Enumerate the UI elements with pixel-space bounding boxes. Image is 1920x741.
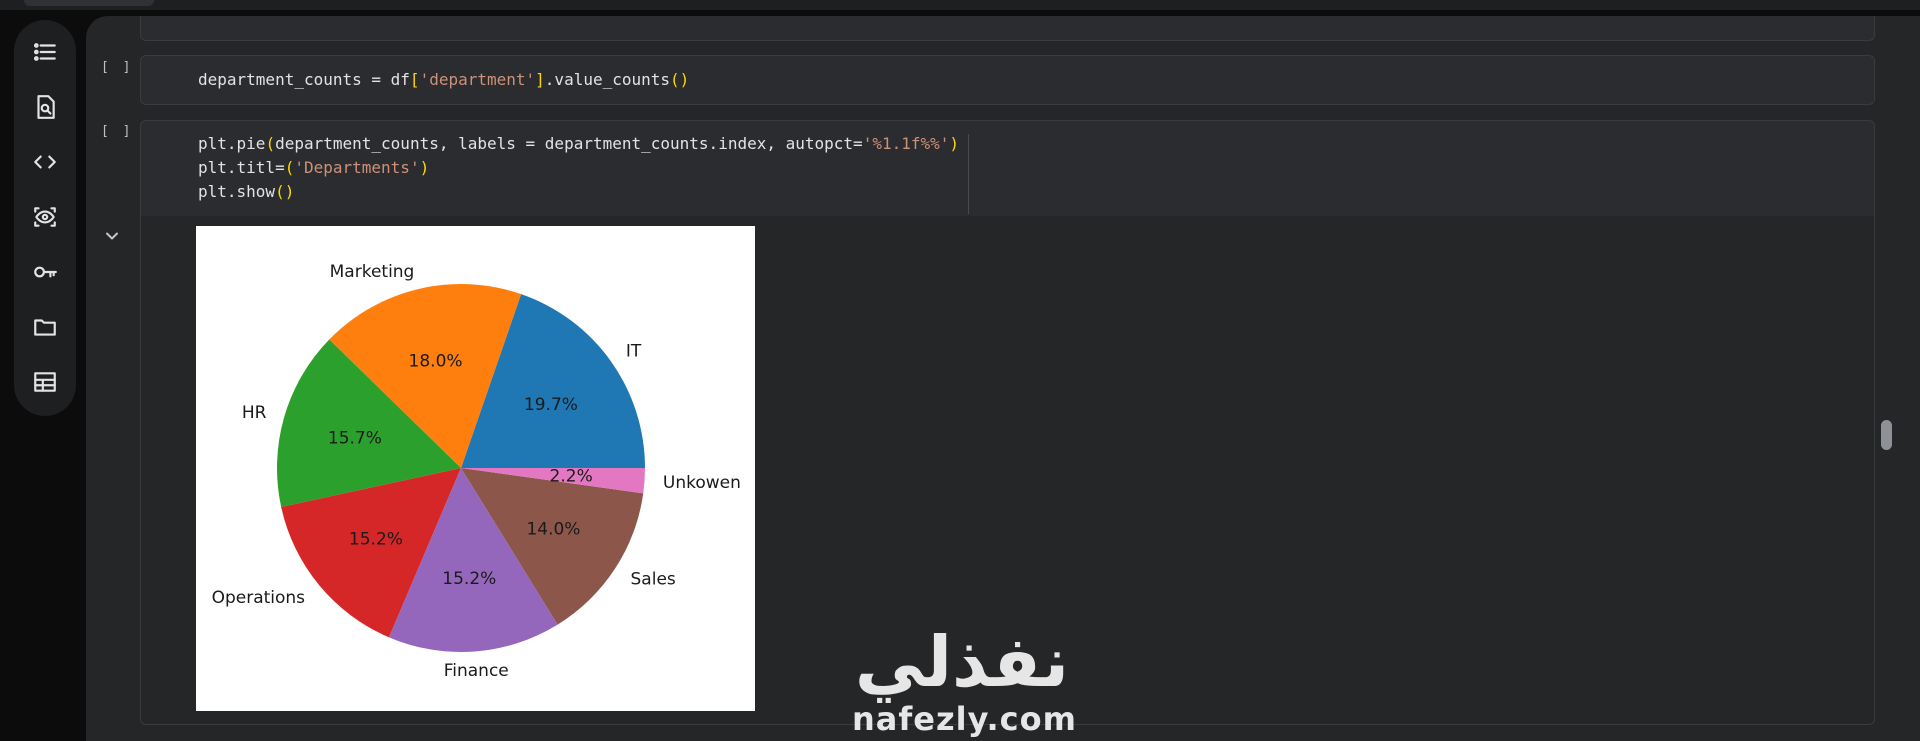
pie-slice-category-label: Finance bbox=[444, 661, 509, 681]
code-token: department_counts, labels = department_c… bbox=[275, 134, 863, 153]
pie-slice-category-label: Marketing bbox=[330, 262, 415, 282]
editor-ruler bbox=[968, 134, 969, 214]
code-bracket: () bbox=[275, 182, 295, 201]
code-token: plt.titl= bbox=[198, 158, 285, 177]
code-bracket: ( bbox=[284, 158, 295, 177]
previous-cell-editor[interactable] bbox=[140, 16, 1875, 41]
secrets-key-icon[interactable] bbox=[30, 257, 60, 287]
code-token: .value_counts bbox=[544, 70, 671, 89]
code-bracket: ] bbox=[535, 70, 545, 89]
code-snippets-icon[interactable] bbox=[30, 147, 60, 177]
top-bar bbox=[0, 0, 1920, 10]
run-cell-button[interactable]: [ ] bbox=[101, 124, 133, 139]
pie-slice-percent-label: 15.2% bbox=[349, 529, 403, 549]
left-sidebar bbox=[14, 20, 76, 416]
pie-slice-category-label: Operations bbox=[212, 588, 306, 608]
code-token: plt.show bbox=[198, 182, 276, 201]
code-bracket: ( bbox=[265, 134, 276, 153]
watermark-arabic-text: نفذلي bbox=[854, 621, 1070, 703]
code-string: '%1.1f%%' bbox=[862, 134, 950, 153]
code-bracket: ) bbox=[419, 158, 430, 177]
code-string: 'Departments' bbox=[294, 158, 420, 177]
pie-slice-percent-label: 14.0% bbox=[526, 519, 580, 539]
pie-slice-category-label: Sales bbox=[631, 570, 676, 590]
code-line: plt.pie(department_counts, labels = depa… bbox=[198, 132, 959, 156]
watermark-logo: نفذلي nafezly.com bbox=[852, 621, 1077, 740]
pie-slice-percent-label: 15.7% bbox=[328, 429, 382, 449]
collapse-output-chevron-icon[interactable] bbox=[102, 226, 122, 246]
pie-chart-svg: 19.7% IT 18.0% Marketing 15.7% HR 15.2% Operati… bbox=[212, 262, 741, 681]
pie-slice-percent-label: 15.2% bbox=[442, 569, 496, 589]
code-token: plt.pie bbox=[198, 134, 266, 153]
watermark-latin-text: nafezly.com bbox=[852, 700, 1077, 738]
code-bracket: [ bbox=[409, 70, 420, 89]
code-bracket: () bbox=[670, 70, 690, 89]
code-string: 'department' bbox=[419, 70, 536, 89]
run-cell-button[interactable]: [ ] bbox=[101, 60, 133, 75]
code-token: department_counts = df bbox=[198, 70, 410, 89]
code-line: plt.titl=('Departments') bbox=[198, 156, 429, 180]
code-bracket: ) bbox=[949, 134, 960, 153]
code-line: plt.show() bbox=[198, 180, 294, 204]
pie-slice-category-label: HR bbox=[242, 403, 267, 423]
pie-slice-percent-label: 19.7% bbox=[524, 395, 578, 415]
code-line: department_counts = df['department'].val… bbox=[198, 68, 689, 92]
browser-tab[interactable] bbox=[24, 0, 154, 6]
table-of-contents-icon[interactable] bbox=[30, 37, 60, 67]
find-in-page-icon[interactable] bbox=[30, 92, 60, 122]
pie-slice-percent-label: 18.0% bbox=[409, 352, 463, 372]
scrollbar-thumb[interactable] bbox=[1881, 420, 1892, 450]
files-folder-icon[interactable] bbox=[30, 312, 60, 342]
pie-slice-category-label: IT bbox=[626, 342, 642, 362]
variables-inspector-icon[interactable] bbox=[30, 202, 60, 232]
pie-slice-percent-label: 2.2% bbox=[550, 467, 593, 487]
pie-slice-category-label: Unkowen bbox=[663, 473, 741, 493]
data-table-icon[interactable] bbox=[30, 367, 60, 397]
pie-chart-output: 19.7% IT 18.0% Marketing 15.7% HR 15.2% Operati… bbox=[196, 226, 755, 711]
